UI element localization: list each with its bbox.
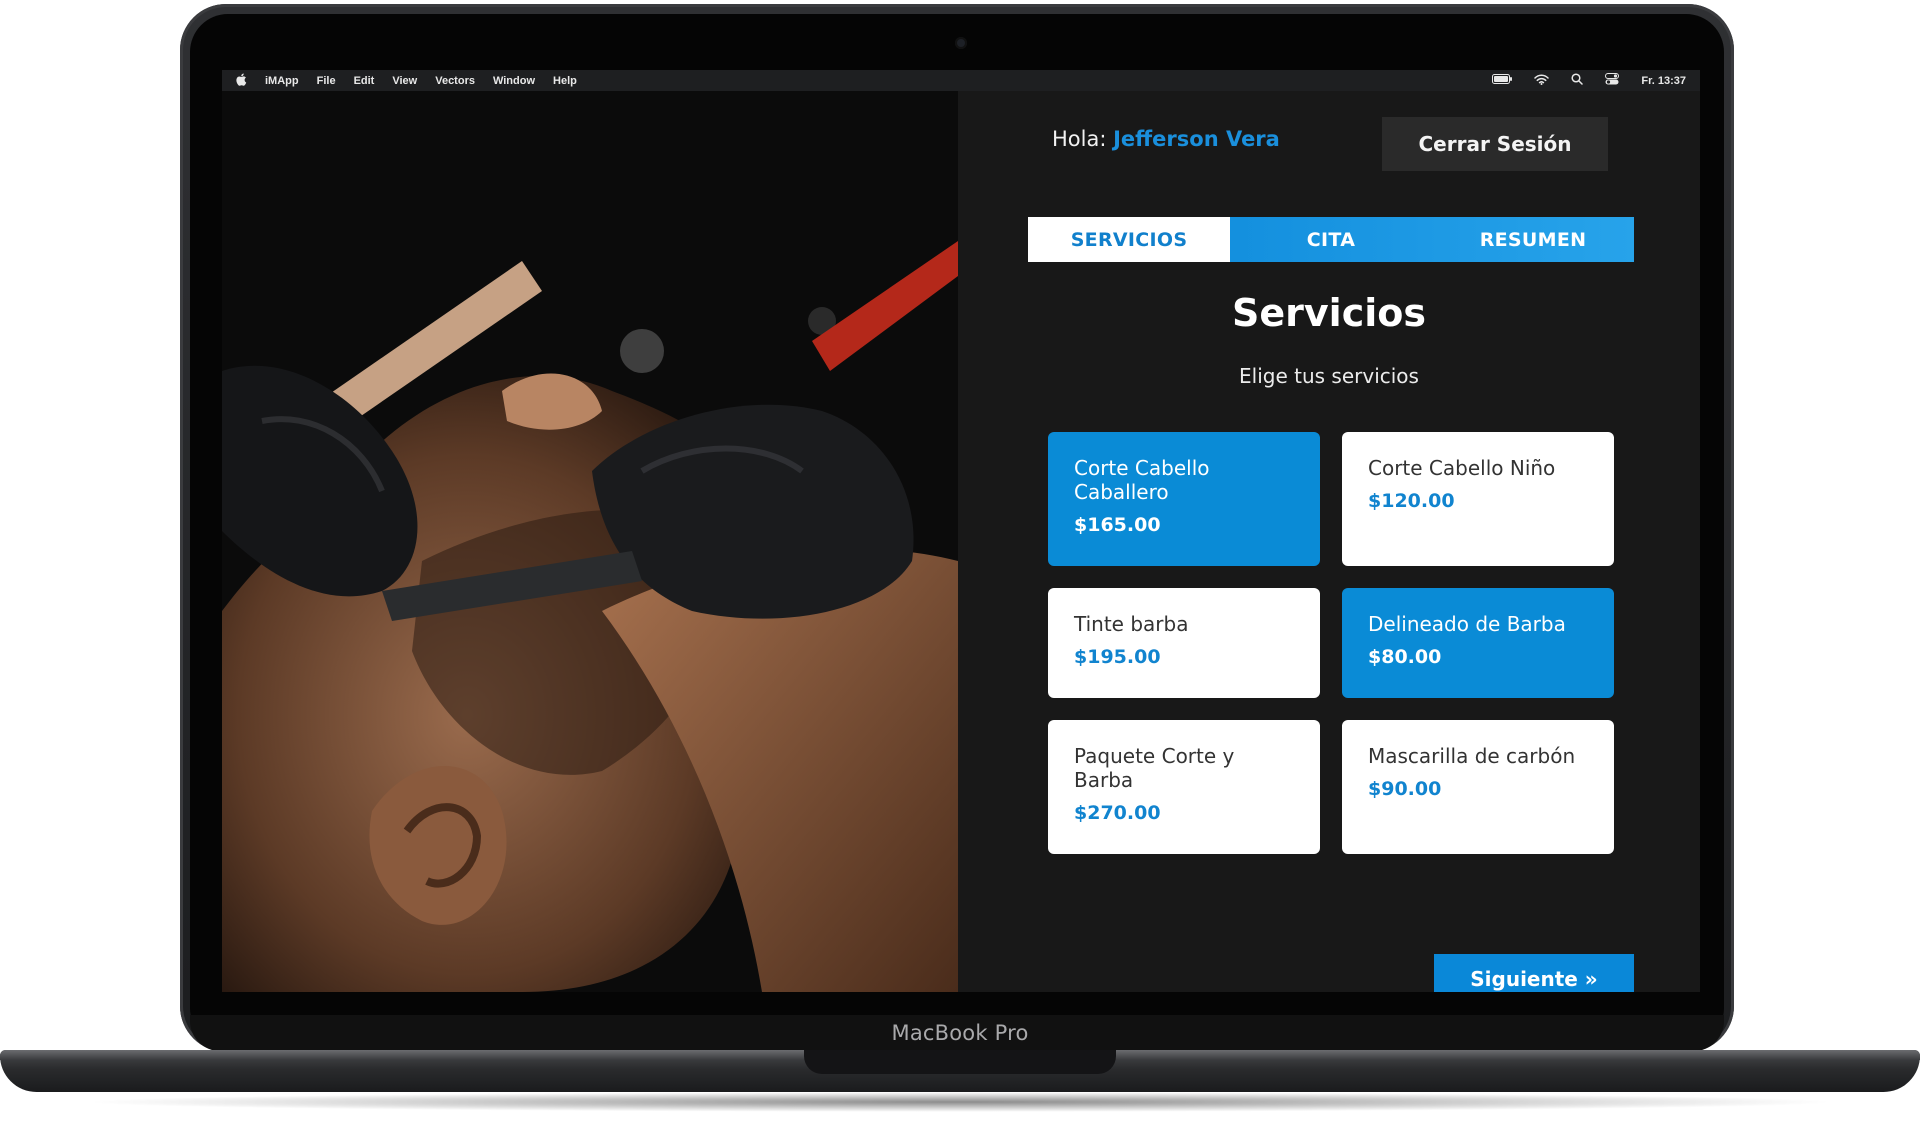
service-card[interactable]: Mascarilla de carbón $90.00 xyxy=(1342,720,1614,854)
service-price: $120.00 xyxy=(1368,490,1455,512)
service-price: $270.00 xyxy=(1074,802,1161,824)
battery-icon[interactable] xyxy=(1492,74,1513,87)
greeting: Hola: Jefferson Vera xyxy=(1052,127,1280,151)
service-price: $90.00 xyxy=(1368,778,1442,800)
menu-edit[interactable]: Edit xyxy=(354,75,375,87)
page-subtitle: Elige tus servicios xyxy=(1239,364,1419,388)
service-card[interactable]: Delineado de Barba $80.00 xyxy=(1342,588,1614,698)
service-card[interactable]: Corte Cabello Caballero $165.00 xyxy=(1048,432,1320,566)
wifi-icon[interactable] xyxy=(1534,73,1550,88)
menu-vectors[interactable]: Vectors xyxy=(435,75,475,87)
tab-resumen[interactable]: RESUMEN xyxy=(1432,217,1634,262)
screen: iMApp File Edit View Vectors Window Help… xyxy=(222,70,1700,992)
service-price: $80.00 xyxy=(1368,646,1442,668)
spotlight-search-icon[interactable] xyxy=(1571,73,1584,88)
service-name: Mascarilla de carbón xyxy=(1368,744,1576,768)
service-price: $195.00 xyxy=(1074,646,1161,668)
greeting-prefix: Hola: xyxy=(1052,127,1107,151)
menu-bar: iMApp File Edit View Vectors Window Help… xyxy=(222,70,1700,91)
tab-servicios[interactable]: SERVICIOS xyxy=(1028,217,1230,262)
page-title: Servicios xyxy=(1232,291,1426,335)
service-name: Tinte barba xyxy=(1074,612,1189,636)
service-price: $165.00 xyxy=(1074,514,1161,536)
apple-icon[interactable] xyxy=(236,73,247,89)
logout-button[interactable]: Cerrar Sesión xyxy=(1382,117,1608,171)
menu-file[interactable]: File xyxy=(317,75,336,87)
next-button[interactable]: Siguiente » xyxy=(1434,954,1634,992)
service-name: Corte Cabello Niño xyxy=(1368,456,1556,480)
user-name: Jefferson Vera xyxy=(1113,127,1280,151)
menu-app-name[interactable]: iMApp xyxy=(265,75,299,87)
tab-cita[interactable]: CITA xyxy=(1230,217,1432,262)
control-center-icon[interactable] xyxy=(1605,73,1620,88)
device-brand-label: MacBook Pro xyxy=(891,1021,1029,1045)
menu-view[interactable]: View xyxy=(392,75,417,87)
barber-photo xyxy=(222,91,958,992)
service-card[interactable]: Tinte barba $195.00 xyxy=(1048,588,1320,698)
laptop-shadow xyxy=(80,1092,1840,1112)
service-card[interactable]: Paquete Corte y Barba $270.00 xyxy=(1048,720,1320,854)
services-grid: Corte Cabello Caballero $165.00 Corte Ca… xyxy=(1048,432,1614,854)
service-name: Delineado de Barba xyxy=(1368,612,1566,636)
step-tabs: SERVICIOS CITA RESUMEN xyxy=(1028,217,1634,262)
service-name: Corte Cabello Caballero xyxy=(1074,456,1210,504)
booking-panel: Hola: Jefferson Vera Cerrar Sesión SERVI… xyxy=(958,91,1700,992)
menu-clock[interactable]: Fr. 13:37 xyxy=(1641,75,1686,87)
barber-shaving-illustration xyxy=(222,91,958,992)
laptop-hinge-notch xyxy=(804,1050,1116,1074)
menu-window[interactable]: Window xyxy=(493,75,535,87)
service-card[interactable]: Corte Cabello Niño $120.00 xyxy=(1342,432,1614,566)
service-name: Paquete Corte y Barba xyxy=(1074,744,1235,792)
camera-icon xyxy=(955,37,967,49)
menu-help[interactable]: Help xyxy=(553,75,577,87)
